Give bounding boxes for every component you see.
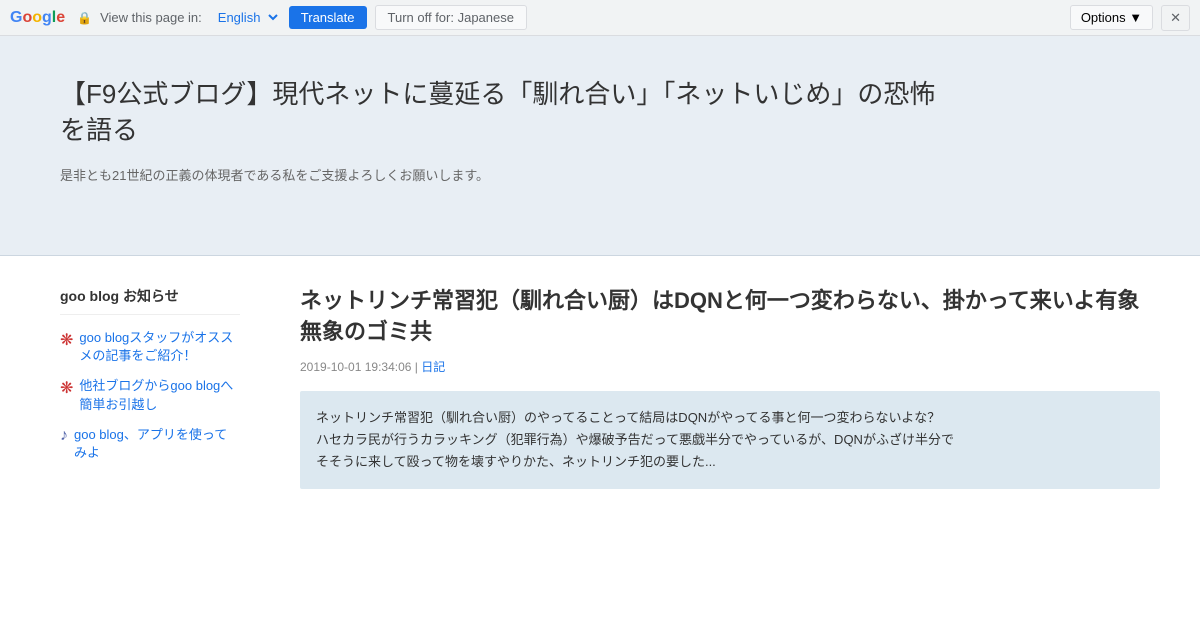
view-this-page-label: View this page in: bbox=[100, 10, 202, 25]
post-body: ネットリンチ常習犯（馴れ合い厨）のやってることって結局はDQNがやってる事と何一… bbox=[300, 391, 1160, 489]
post-date: 2019-10-01 19:34:06 bbox=[300, 360, 411, 374]
star-icon-1: ❋ bbox=[60, 330, 73, 350]
sidebar-item-3: ♪ goo blog、アプリを使ってみよ bbox=[60, 426, 240, 462]
sidebar-item-1: ❋ goo blogスタッフがオススメの記事をご紹介！ bbox=[60, 329, 240, 365]
sidebar-item-2: ❋ 他社ブログからgoo blogへ簡単お引越し bbox=[60, 377, 240, 413]
site-title: 【F9公式ブログ】現代ネットに蔓延る「馴れ合い」「ネットいじめ」の恐怖を語る bbox=[60, 76, 960, 149]
close-button[interactable]: ✕ bbox=[1161, 5, 1190, 31]
site-header: 【F9公式ブログ】現代ネットに蔓延る「馴れ合い」「ネットいじめ」の恐怖を語る 是… bbox=[0, 36, 1200, 256]
sidebar: goo blog お知らせ ❋ goo blogスタッフがオススメの記事をご紹介… bbox=[0, 286, 260, 489]
post-title: ネットリンチ常習犯（馴れ合い厨）はDQNと何一つ変わらない、掛かって来いよ有象無… bbox=[300, 286, 1160, 348]
post-meta: 2019-10-01 19:34:06 | 日記 bbox=[300, 358, 1160, 375]
translate-button[interactable]: Translate bbox=[289, 6, 367, 29]
sidebar-link-1[interactable]: goo blogスタッフがオススメの記事をご紹介！ bbox=[79, 329, 240, 365]
post-body-line-3: そそうに来して殴って物を壊すやりかた、ネットリンチ犯の要した... bbox=[316, 451, 1144, 473]
options-button[interactable]: Options ▼ bbox=[1070, 5, 1153, 30]
language-select[interactable]: English bbox=[210, 7, 281, 28]
post-body-line-1: ネットリンチ常習犯（馴れ合い厨）のやってることって結局はDQNがやってる事と何一… bbox=[316, 407, 1144, 429]
sidebar-link-2[interactable]: 他社ブログからgoo blogへ簡単お引越し bbox=[79, 377, 240, 413]
lock-icon: 🔒 bbox=[77, 11, 92, 25]
post-body-line-2: ハセカラ民が行うカラッキング（犯罪行為）や爆破予告だって悪戯半分でやっているが、… bbox=[316, 429, 1144, 451]
sidebar-link-3[interactable]: goo blog、アプリを使ってみよ bbox=[74, 426, 240, 462]
translate-bar: Google 🔒 View this page in: English Tran… bbox=[0, 0, 1200, 36]
music-icon-3: ♪ bbox=[60, 427, 68, 445]
star-icon-2: ❋ bbox=[60, 378, 73, 398]
sidebar-title: goo blog お知らせ bbox=[60, 286, 240, 315]
main-area: goo blog お知らせ ❋ goo blogスタッフがオススメの記事をご紹介… bbox=[0, 256, 1200, 489]
turnoff-button[interactable]: Turn off for: Japanese bbox=[375, 5, 527, 30]
content-area: ネットリンチ常習犯（馴れ合い厨）はDQNと何一つ変わらない、掛かって来いよ有象無… bbox=[260, 286, 1200, 489]
site-subtitle: 是非とも21世紀の正義の体現者である私をご支援よろしくお願いします。 bbox=[60, 165, 1140, 184]
post-category[interactable]: 日記 bbox=[421, 360, 445, 374]
google-logo: Google bbox=[10, 9, 65, 27]
